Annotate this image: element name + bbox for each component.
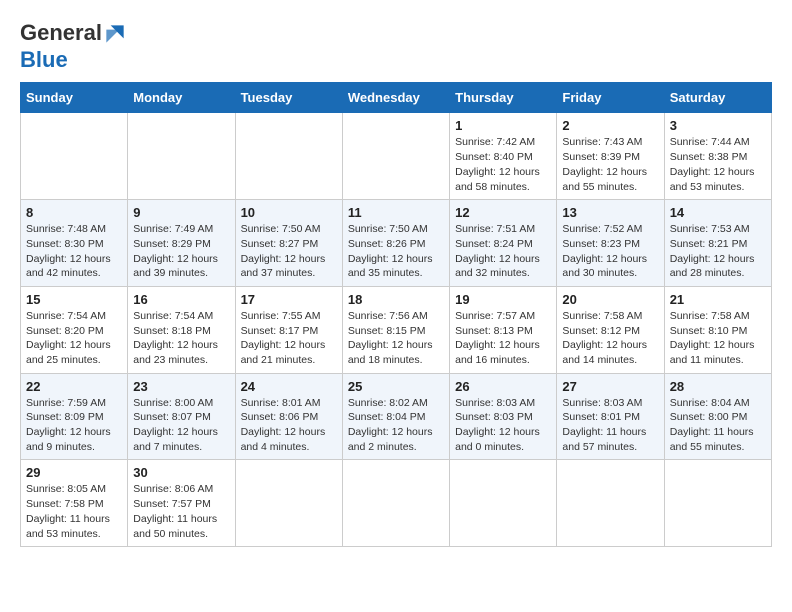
day-number: 15 bbox=[26, 292, 122, 307]
day-number: 14 bbox=[670, 205, 766, 220]
day-number: 21 bbox=[670, 292, 766, 307]
day-info: Sunrise: 8:05 AM Sunset: 7:58 PM Dayligh… bbox=[26, 482, 122, 541]
table-row: 16 Sunrise: 7:54 AM Sunset: 8:18 PM Dayl… bbox=[128, 286, 235, 373]
day-info: Sunrise: 7:49 AM Sunset: 8:29 PM Dayligh… bbox=[133, 222, 229, 281]
table-row: 26 Sunrise: 8:03 AM Sunset: 8:03 PM Dayl… bbox=[450, 373, 557, 460]
weekday-header-friday: Friday bbox=[557, 83, 664, 113]
day-number: 13 bbox=[562, 205, 658, 220]
table-row: 30 Sunrise: 8:06 AM Sunset: 7:57 PM Dayl… bbox=[128, 460, 235, 547]
day-number: 11 bbox=[348, 205, 444, 220]
table-row: 27 Sunrise: 8:03 AM Sunset: 8:01 PM Dayl… bbox=[557, 373, 664, 460]
table-row bbox=[21, 113, 128, 200]
day-info: Sunrise: 7:58 AM Sunset: 8:10 PM Dayligh… bbox=[670, 309, 766, 368]
day-info: Sunrise: 8:01 AM Sunset: 8:06 PM Dayligh… bbox=[241, 396, 337, 455]
day-number: 12 bbox=[455, 205, 551, 220]
table-row: 2 Sunrise: 7:43 AM Sunset: 8:39 PM Dayli… bbox=[557, 113, 664, 200]
day-info: Sunrise: 8:00 AM Sunset: 8:07 PM Dayligh… bbox=[133, 396, 229, 455]
table-row bbox=[557, 460, 664, 547]
table-row: 11 Sunrise: 7:50 AM Sunset: 8:26 PM Dayl… bbox=[342, 200, 449, 287]
weekday-header-thursday: Thursday bbox=[450, 83, 557, 113]
day-info: Sunrise: 7:54 AM Sunset: 8:18 PM Dayligh… bbox=[133, 309, 229, 368]
weekday-header-wednesday: Wednesday bbox=[342, 83, 449, 113]
day-info: Sunrise: 7:43 AM Sunset: 8:39 PM Dayligh… bbox=[562, 135, 658, 194]
table-row: 24 Sunrise: 8:01 AM Sunset: 8:06 PM Dayl… bbox=[235, 373, 342, 460]
day-number: 10 bbox=[241, 205, 337, 220]
day-number: 30 bbox=[133, 465, 229, 480]
logo: General Blue bbox=[20, 20, 128, 72]
table-row: 1 Sunrise: 7:42 AM Sunset: 8:40 PM Dayli… bbox=[450, 113, 557, 200]
table-row bbox=[450, 460, 557, 547]
day-info: Sunrise: 7:50 AM Sunset: 8:27 PM Dayligh… bbox=[241, 222, 337, 281]
table-row bbox=[235, 113, 342, 200]
day-number: 9 bbox=[133, 205, 229, 220]
day-number: 19 bbox=[455, 292, 551, 307]
day-number: 22 bbox=[26, 379, 122, 394]
table-row: 12 Sunrise: 7:51 AM Sunset: 8:24 PM Dayl… bbox=[450, 200, 557, 287]
table-row: 23 Sunrise: 8:00 AM Sunset: 8:07 PM Dayl… bbox=[128, 373, 235, 460]
day-number: 20 bbox=[562, 292, 658, 307]
table-row bbox=[235, 460, 342, 547]
calendar-table: SundayMondayTuesdayWednesdayThursdayFrid… bbox=[20, 82, 772, 547]
table-row: 22 Sunrise: 7:59 AM Sunset: 8:09 PM Dayl… bbox=[21, 373, 128, 460]
day-number: 2 bbox=[562, 118, 658, 133]
day-number: 17 bbox=[241, 292, 337, 307]
table-row: 14 Sunrise: 7:53 AM Sunset: 8:21 PM Dayl… bbox=[664, 200, 771, 287]
table-row: 21 Sunrise: 7:58 AM Sunset: 8:10 PM Dayl… bbox=[664, 286, 771, 373]
table-row: 10 Sunrise: 7:50 AM Sunset: 8:27 PM Dayl… bbox=[235, 200, 342, 287]
day-number: 27 bbox=[562, 379, 658, 394]
weekday-header-tuesday: Tuesday bbox=[235, 83, 342, 113]
weekday-header-saturday: Saturday bbox=[664, 83, 771, 113]
day-info: Sunrise: 7:53 AM Sunset: 8:21 PM Dayligh… bbox=[670, 222, 766, 281]
table-row: 18 Sunrise: 7:56 AM Sunset: 8:15 PM Dayl… bbox=[342, 286, 449, 373]
day-info: Sunrise: 8:06 AM Sunset: 7:57 PM Dayligh… bbox=[133, 482, 229, 541]
table-row: 3 Sunrise: 7:44 AM Sunset: 8:38 PM Dayli… bbox=[664, 113, 771, 200]
day-info: Sunrise: 7:44 AM Sunset: 8:38 PM Dayligh… bbox=[670, 135, 766, 194]
day-info: Sunrise: 8:03 AM Sunset: 8:03 PM Dayligh… bbox=[455, 396, 551, 455]
table-row bbox=[342, 113, 449, 200]
day-info: Sunrise: 7:57 AM Sunset: 8:13 PM Dayligh… bbox=[455, 309, 551, 368]
day-number: 29 bbox=[26, 465, 122, 480]
table-row: 25 Sunrise: 8:02 AM Sunset: 8:04 PM Dayl… bbox=[342, 373, 449, 460]
day-info: Sunrise: 7:42 AM Sunset: 8:40 PM Dayligh… bbox=[455, 135, 551, 194]
day-number: 24 bbox=[241, 379, 337, 394]
day-number: 18 bbox=[348, 292, 444, 307]
day-number: 26 bbox=[455, 379, 551, 394]
day-info: Sunrise: 7:54 AM Sunset: 8:20 PM Dayligh… bbox=[26, 309, 122, 368]
day-info: Sunrise: 7:55 AM Sunset: 8:17 PM Dayligh… bbox=[241, 309, 337, 368]
weekday-header-sunday: Sunday bbox=[21, 83, 128, 113]
table-row: 29 Sunrise: 8:05 AM Sunset: 7:58 PM Dayl… bbox=[21, 460, 128, 547]
day-info: Sunrise: 7:52 AM Sunset: 8:23 PM Dayligh… bbox=[562, 222, 658, 281]
day-number: 23 bbox=[133, 379, 229, 394]
table-row: 28 Sunrise: 8:04 AM Sunset: 8:00 PM Dayl… bbox=[664, 373, 771, 460]
day-info: Sunrise: 7:56 AM Sunset: 8:15 PM Dayligh… bbox=[348, 309, 444, 368]
day-info: Sunrise: 7:51 AM Sunset: 8:24 PM Dayligh… bbox=[455, 222, 551, 281]
day-number: 16 bbox=[133, 292, 229, 307]
table-row: 19 Sunrise: 7:57 AM Sunset: 8:13 PM Dayl… bbox=[450, 286, 557, 373]
page-header: General Blue bbox=[20, 20, 772, 72]
day-number: 1 bbox=[455, 118, 551, 133]
table-row: 15 Sunrise: 7:54 AM Sunset: 8:20 PM Dayl… bbox=[21, 286, 128, 373]
day-number: 28 bbox=[670, 379, 766, 394]
table-row bbox=[128, 113, 235, 200]
day-info: Sunrise: 8:04 AM Sunset: 8:00 PM Dayligh… bbox=[670, 396, 766, 455]
day-info: Sunrise: 7:50 AM Sunset: 8:26 PM Dayligh… bbox=[348, 222, 444, 281]
day-info: Sunrise: 7:58 AM Sunset: 8:12 PM Dayligh… bbox=[562, 309, 658, 368]
table-row: 17 Sunrise: 7:55 AM Sunset: 8:17 PM Dayl… bbox=[235, 286, 342, 373]
logo-text: General Blue bbox=[20, 20, 128, 72]
weekday-header-monday: Monday bbox=[128, 83, 235, 113]
day-info: Sunrise: 8:03 AM Sunset: 8:01 PM Dayligh… bbox=[562, 396, 658, 455]
day-number: 25 bbox=[348, 379, 444, 394]
table-row bbox=[342, 460, 449, 547]
day-info: Sunrise: 8:02 AM Sunset: 8:04 PM Dayligh… bbox=[348, 396, 444, 455]
day-number: 3 bbox=[670, 118, 766, 133]
day-info: Sunrise: 7:59 AM Sunset: 8:09 PM Dayligh… bbox=[26, 396, 122, 455]
table-row: 13 Sunrise: 7:52 AM Sunset: 8:23 PM Dayl… bbox=[557, 200, 664, 287]
table-row: 8 Sunrise: 7:48 AM Sunset: 8:30 PM Dayli… bbox=[21, 200, 128, 287]
table-row: 20 Sunrise: 7:58 AM Sunset: 8:12 PM Dayl… bbox=[557, 286, 664, 373]
table-row bbox=[664, 460, 771, 547]
table-row: 9 Sunrise: 7:49 AM Sunset: 8:29 PM Dayli… bbox=[128, 200, 235, 287]
day-number: 8 bbox=[26, 205, 122, 220]
day-info: Sunrise: 7:48 AM Sunset: 8:30 PM Dayligh… bbox=[26, 222, 122, 281]
